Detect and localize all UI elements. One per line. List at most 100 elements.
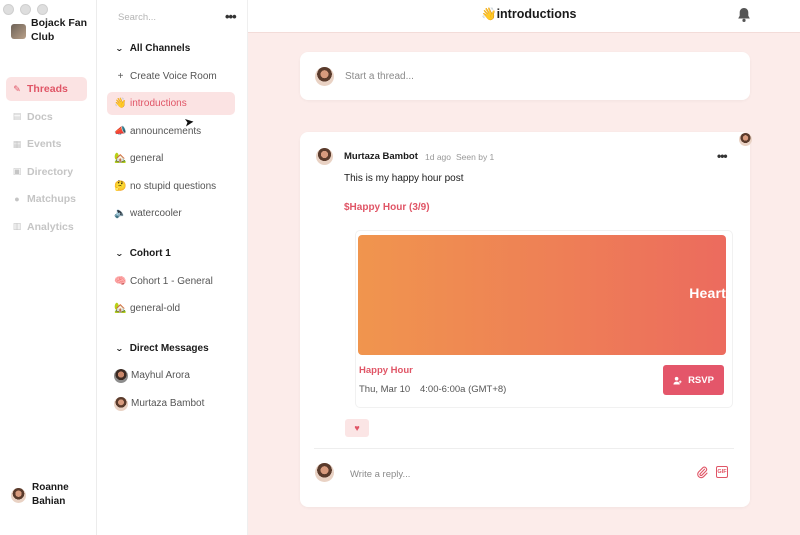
reply-input[interactable]: Write a reply...: [350, 469, 410, 480]
chart-icon: ▥: [12, 221, 22, 231]
search-input[interactable]: Search...: [118, 12, 156, 23]
rail-item-label: Matchups: [27, 193, 77, 205]
app-rail: Bojack Fan Club ✎ Threads ▤ Docs ▦ Event…: [0, 0, 97, 535]
seen-by-count[interactable]: Seen by 1: [456, 152, 494, 162]
rail-item-label: Events: [27, 138, 62, 150]
calendar-icon: ▦: [12, 138, 22, 149]
event-mention-link[interactable]: $Happy Hour (3/9): [344, 202, 430, 213]
megaphone-icon: 📣: [114, 126, 127, 137]
post-body: This is my happy hour post: [344, 173, 464, 184]
avatar: [114, 368, 128, 383]
channel-label: no stupid questions: [130, 181, 217, 192]
group-cohort-1[interactable]: ⌄ Cohort 1: [115, 248, 171, 259]
more-options-icon[interactable]: •••: [225, 9, 237, 24]
rail-item-label: Threads: [27, 83, 68, 95]
sidebar-item-introductions[interactable]: 👋 introductions: [107, 92, 235, 115]
group-label: Direct Messages: [129, 343, 209, 354]
doc-icon: ▤: [12, 111, 22, 121]
event-banner-text: Heart: [689, 285, 726, 301]
current-user[interactable]: Roanne Bahian: [11, 481, 82, 509]
divider: [314, 448, 734, 449]
paperclip-icon[interactable]: [696, 465, 708, 482]
more-options-icon[interactable]: •••: [717, 149, 728, 163]
plus-icon: +: [117, 71, 124, 82]
rail-item-docs[interactable]: ▤ Docs: [6, 105, 87, 129]
house-icon: 🏡: [114, 153, 127, 164]
add-reaction-button[interactable]: ♥: [345, 419, 369, 437]
event-time: 4:00-6:00a (GMT+8): [420, 384, 507, 395]
channel-label: Create Voice Room: [130, 71, 217, 82]
wave-icon: 👋: [481, 7, 497, 21]
close-window-button[interactable]: [3, 4, 14, 15]
viewer-avatar: [739, 133, 752, 146]
pencil-icon: ✎: [13, 83, 21, 94]
brain-icon: 🧠: [114, 276, 127, 287]
current-user-name: Roanne Bahian: [32, 482, 69, 507]
minimize-window-button[interactable]: [20, 4, 31, 15]
event-date: Thu, Mar 10: [359, 384, 411, 395]
dm-item-murtaza-bambot[interactable]: Murtaza Bambot: [107, 392, 235, 415]
new-thread-input[interactable]: Start a thread...: [345, 71, 414, 82]
post-author[interactable]: Murtaza Bambot: [344, 151, 418, 162]
rail-item-threads[interactable]: ✎ Threads: [6, 77, 87, 101]
gif-button[interactable]: GIF: [716, 466, 728, 478]
avatar: [114, 396, 128, 411]
community-switcher[interactable]: Bojack Fan Club: [11, 16, 93, 44]
event-name: Happy Hour: [359, 365, 413, 376]
speaker-icon: 🔈: [114, 208, 127, 219]
channel-header: 👋introductions: [248, 0, 800, 33]
main-panel: 👋introductions Start a thread... Murtaza…: [248, 0, 800, 535]
create-voice-room-button[interactable]: + Create Voice Room: [107, 65, 235, 88]
event-banner: Heart: [358, 235, 726, 355]
sidebar-item-watercooler[interactable]: 🔈 watercooler: [107, 202, 235, 225]
thinking-face-icon: 🤔: [114, 181, 127, 192]
rsvp-label: RSVP: [688, 374, 714, 386]
mouse-cursor-icon: ➤: [183, 114, 195, 130]
heart-plus-icon: ♥: [354, 423, 360, 433]
window-controls: [3, 4, 48, 15]
group-all-channels[interactable]: ⌄ All Channels: [114, 43, 191, 54]
directory-icon: ▣: [12, 166, 22, 176]
sidebar-item-general[interactable]: 🏡 general: [107, 147, 235, 170]
add-person-icon: [673, 376, 682, 385]
dm-item-mayhul-arora[interactable]: Mayhul Arora: [107, 364, 235, 387]
rail-item-label: Directory: [27, 165, 74, 178]
group-direct-messages[interactable]: ⌄ Direct Messages: [114, 343, 209, 354]
rail-item-analytics[interactable]: ▥ Analytics: [6, 215, 87, 239]
sidebar-item-cohort-1-general[interactable]: 🧠 Cohort 1 - General: [107, 270, 235, 293]
channel-title: 👋introductions: [481, 7, 576, 22]
wave-icon: 👋: [114, 98, 127, 109]
rail-item-events[interactable]: ▦ Events: [6, 132, 87, 156]
event-card[interactable]: Heart Happy Hour Thu, Mar 10 4:00-6:00a …: [355, 230, 733, 408]
rail-item-matchups[interactable]: ● Matchups: [6, 187, 87, 211]
sidebar-item-no-stupid-questions[interactable]: 🤔 no stupid questions: [107, 175, 235, 198]
avatar: [315, 463, 334, 482]
rail-item-directory[interactable]: ▣ Directory: [6, 160, 87, 184]
avatar: [11, 487, 26, 503]
chevron-down-icon: ⌄: [114, 44, 124, 53]
channel-sidebar: Search... ••• ⌄ All Channels + Create Voi…: [97, 0, 248, 535]
rail-item-label: Docs: [27, 110, 53, 123]
sidebar-item-announcements[interactable]: 📣 announcements: [107, 120, 235, 143]
chevron-down-icon: ⌄: [114, 344, 124, 353]
dm-label: Mayhul Arora: [131, 370, 190, 381]
community-name: Bojack Fan Club: [31, 17, 88, 43]
group-label: All Channels: [129, 43, 191, 54]
sidebar-item-general-old[interactable]: 🏡 general-old: [107, 297, 235, 320]
house-icon: 🏡: [114, 303, 127, 314]
maximize-window-button[interactable]: [37, 4, 48, 15]
rail-item-label: Analytics: [27, 220, 74, 233]
group-label: Cohort 1: [129, 248, 171, 259]
post-timestamp: 1d ago: [425, 152, 451, 162]
channel-label: watercooler: [130, 208, 182, 219]
bell-icon[interactable]: [737, 7, 751, 26]
channel-label: general: [130, 153, 164, 164]
people-icon: ●: [14, 194, 20, 204]
community-avatar: [11, 24, 26, 39]
rsvp-button[interactable]: RSVP: [663, 365, 724, 395]
avatar[interactable]: [316, 148, 333, 165]
new-thread-composer[interactable]: Start a thread...: [300, 52, 750, 100]
channel-label: Cohort 1 - General: [130, 276, 213, 287]
thread-post: Murtaza Bambot 1d ago Seen by 1 ••• This…: [300, 132, 750, 507]
dm-label: Murtaza Bambot: [131, 398, 205, 409]
